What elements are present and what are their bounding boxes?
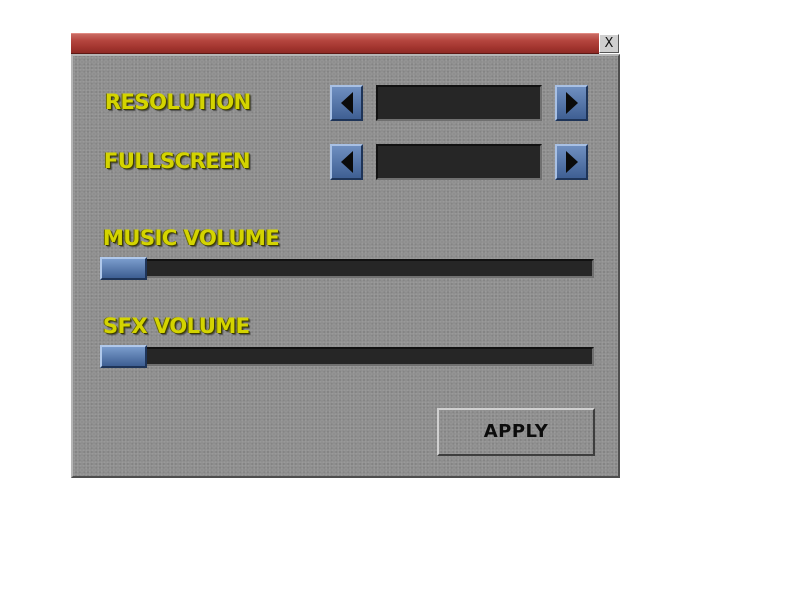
apply-button[interactable]: APPLY [437, 408, 595, 456]
fullscreen-prev-button[interactable] [330, 144, 363, 180]
fullscreen-value [376, 144, 542, 180]
right-arrow-icon [565, 151, 578, 173]
music-volume-slider[interactable] [100, 257, 594, 280]
music-volume-handle[interactable] [100, 257, 147, 280]
close-button[interactable]: X [599, 34, 619, 53]
left-arrow-icon [340, 151, 353, 173]
fullscreen-label: FULLSCREEN [104, 149, 251, 173]
music-volume-label: MUSIC VOLUME [103, 226, 280, 250]
title-bar[interactable] [71, 33, 599, 54]
left-arrow-icon [340, 92, 353, 114]
resolution-next-button[interactable] [555, 85, 588, 121]
sfx-volume-handle[interactable] [100, 345, 147, 368]
fullscreen-next-button[interactable] [555, 144, 588, 180]
sfx-volume-slider[interactable] [100, 345, 594, 368]
resolution-value [376, 85, 542, 121]
options-screen: X RESOLUTION FULLSCREEN MUSIC VOLUME SFX… [0, 0, 800, 600]
resolution-prev-button[interactable] [330, 85, 363, 121]
resolution-label: RESOLUTION [105, 90, 251, 114]
sfx-volume-label: SFX VOLUME [103, 314, 250, 338]
right-arrow-icon [565, 92, 578, 114]
